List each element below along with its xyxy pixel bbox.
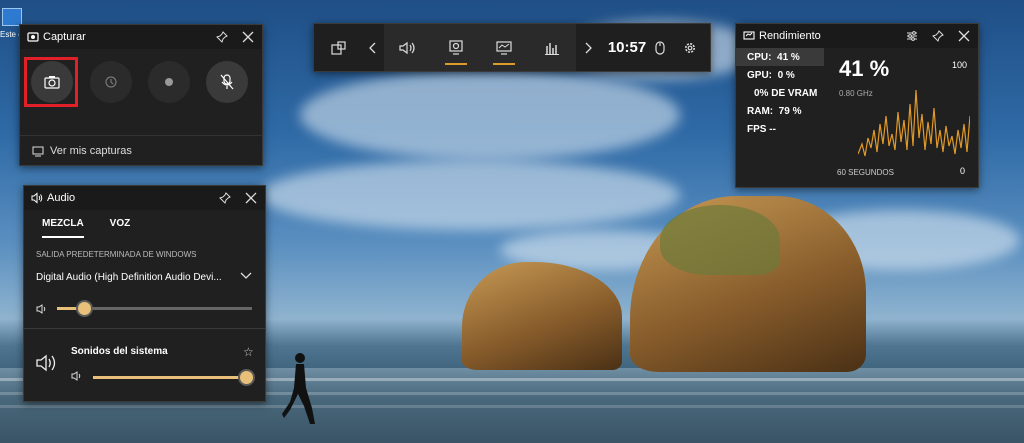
clock-text: 10:57 [607, 39, 647, 56]
master-volume-knob[interactable] [78, 302, 92, 315]
bar-chart-icon [545, 41, 559, 55]
performance-header: Rendimiento [736, 24, 978, 48]
tab-mix[interactable]: MEZCLA [42, 210, 84, 238]
metric-value: -- [769, 123, 776, 135]
camera-icon [44, 75, 60, 89]
performance-widget-icon [743, 30, 755, 42]
graph-scale-min: 0 [960, 166, 966, 176]
audio-title: Audio [47, 192, 76, 204]
chevron-down-icon[interactable] [240, 272, 252, 280]
app-volume-fill [93, 376, 246, 379]
capture-widget-button[interactable] [440, 24, 472, 71]
clock: 10:57 [602, 24, 652, 71]
settings-button[interactable] [680, 24, 700, 71]
chevron-left-icon [368, 42, 376, 54]
close-icon[interactable] [958, 30, 970, 42]
pin-icon[interactable] [219, 192, 231, 204]
options-icon[interactable] [906, 30, 918, 42]
speaker-icon [399, 41, 417, 55]
app-name-system-sounds: Sonidos del sistema [71, 346, 168, 357]
microphone-muted-icon [220, 74, 234, 90]
performance-widget: Rendimiento CPU: 41 % GPU: 0 % 0% DE VRA… [735, 23, 979, 188]
record-dot-icon [164, 77, 174, 87]
audio-header: Audio [24, 186, 265, 210]
audio-tabs: MEZCLA VOZ [24, 210, 265, 238]
metric-fps[interactable]: FPS -- [736, 120, 824, 138]
see-captures-label: Ver mis capturas [50, 145, 132, 157]
history-icon [104, 75, 118, 89]
metric-label: CPU: [747, 51, 772, 63]
microphone-toggle-button[interactable] [206, 61, 248, 103]
system-sounds-icon [36, 353, 58, 373]
metric-value: 79 % [778, 105, 802, 117]
performance-metric-list: CPU: 41 % GPU: 0 % 0% DE VRAM RAM: 79 % … [736, 48, 824, 138]
metric-ram[interactable]: RAM: 79 % [736, 102, 824, 120]
capture-header: Capturar [20, 25, 262, 49]
metric-label: FPS [747, 123, 767, 135]
scroll-left-button[interactable] [362, 24, 382, 71]
capture-title: Capturar [43, 31, 86, 43]
volume-icon [71, 371, 83, 381]
mouse-settings-button[interactable] [650, 24, 670, 71]
graph-time-window: 60 SEGUNDOS [837, 168, 894, 177]
metric-value: 41 % [777, 51, 800, 63]
capture-icon [449, 39, 463, 56]
see-captures-link[interactable]: Ver mis capturas [20, 135, 262, 166]
pin-icon[interactable] [932, 30, 944, 42]
capture-widget: Capturar Ver mis capturas [19, 24, 263, 166]
record-last-30s-button[interactable] [90, 61, 132, 103]
scroll-right-button[interactable] [580, 24, 598, 71]
chevron-right-icon [585, 42, 593, 54]
audio-widget: Audio MEZCLA VOZ SALIDA PREDETERMINADA D… [23, 185, 266, 402]
mouse-icon [655, 40, 665, 55]
cpu-usage-graph [858, 89, 970, 157]
capture-widget-icon [27, 31, 39, 43]
widget-menu-button[interactable] [324, 24, 354, 71]
widget-shortcuts [384, 24, 576, 71]
speaker-icon [31, 192, 43, 204]
resources-widget-button[interactable] [536, 24, 568, 71]
audio-widget-button[interactable] [392, 24, 424, 71]
metric-cpu[interactable]: CPU: 41 % [736, 48, 824, 66]
favorite-star-icon[interactable]: ☆ [243, 345, 254, 359]
close-icon[interactable] [242, 31, 254, 43]
performance-icon [496, 40, 512, 55]
output-device-select[interactable]: Digital Audio (High Definition Audio Dev… [36, 272, 222, 283]
app-volume-knob[interactable] [240, 371, 253, 384]
gallery-icon [32, 146, 44, 157]
performance-widget-button[interactable] [488, 24, 520, 71]
volume-icon [36, 304, 48, 314]
metric-label: GPU: [747, 69, 772, 81]
metric-value: 0% DE VRAM [754, 87, 818, 99]
widget-menu-icon [331, 40, 347, 55]
screenshot-button[interactable] [31, 61, 73, 103]
performance-title: Rendimiento [759, 30, 821, 42]
metric-vram[interactable]: 0% DE VRAM [736, 84, 824, 102]
gear-icon [683, 41, 697, 55]
metric-label: RAM: [747, 105, 774, 117]
close-icon[interactable] [245, 192, 257, 204]
metric-gpu[interactable]: GPU: 0 % [736, 66, 824, 84]
system-sounds-volume-slider[interactable] [93, 371, 253, 384]
divider [24, 328, 265, 329]
start-recording-button[interactable] [148, 61, 190, 103]
pin-icon[interactable] [216, 31, 228, 43]
tab-voice[interactable]: VOZ [110, 210, 131, 236]
cpu-big-value: 41 % [839, 56, 890, 81]
game-bar: 10:57 [313, 23, 711, 72]
master-volume-slider[interactable] [57, 302, 252, 315]
output-section-label: SALIDA PREDETERMINADA DE WINDOWS [36, 250, 197, 259]
graph-scale-max: 100 [952, 60, 968, 70]
metric-value: 0 % [777, 69, 795, 81]
